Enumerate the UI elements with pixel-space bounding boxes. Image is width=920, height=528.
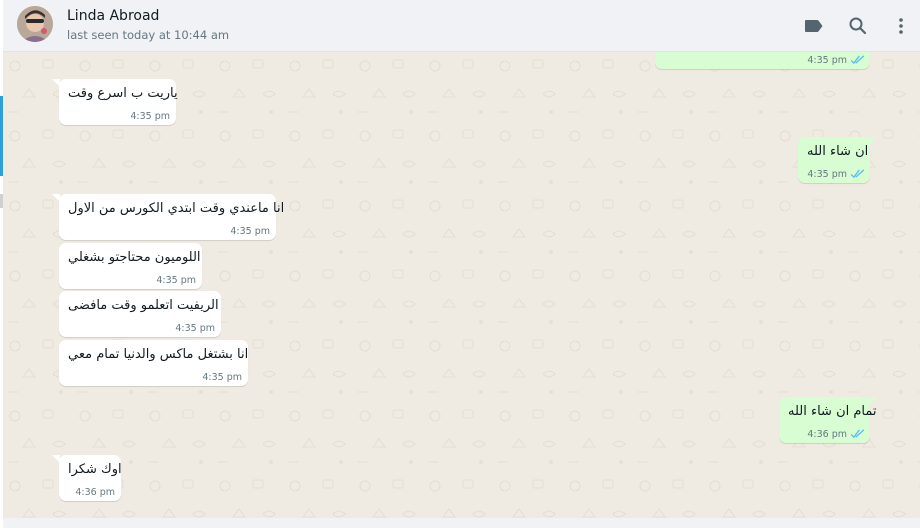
message-time: 4:35 pm	[156, 275, 196, 286]
last-seen-status: last seen today at 10:44 am	[67, 28, 230, 42]
message-text: اوك شكرا	[68, 462, 122, 477]
message-bubble-incoming[interactable]: ياريت ب اسرع وقت 4:35 pm	[52, 79, 178, 125]
message-text: ان شاء الله	[807, 144, 869, 159]
message-text: ياريت ب اسرع وقت	[68, 86, 178, 101]
message-text: الريفيت اتعلمو وقت مافضى	[68, 298, 219, 313]
contact-name[interactable]: Linda Abroad	[67, 8, 159, 24]
message-bubble-incoming[interactable]: انا ماعندي وقت ابتدي الكورس من الاول 4:3…	[52, 194, 284, 240]
read-ticks-icon	[850, 169, 865, 179]
read-ticks-icon	[850, 55, 865, 65]
message-bubble-outgoing[interactable]: ان شاء الله 4:35 pm	[798, 137, 877, 183]
message-bubble-outgoing[interactable]: 4:35 pm	[655, 52, 870, 69]
message-time: 4:36 pm	[807, 429, 847, 440]
read-ticks-icon	[850, 429, 865, 439]
label-icon[interactable]	[802, 14, 826, 38]
message-time: 4:35 pm	[807, 55, 847, 66]
message-time: 4:35 pm	[807, 169, 847, 180]
message-time: 4:35 pm	[175, 323, 215, 334]
message-time: 4:35 pm	[130, 111, 170, 122]
bubble-tail	[52, 79, 60, 87]
menu-icon[interactable]	[889, 14, 913, 38]
message-bubble-outgoing[interactable]: تمام ان شاء الله 4:36 pm	[779, 397, 877, 443]
message-bubble-incoming[interactable]: اللوميون محتاجتو بشغلي 4:35 pm	[59, 243, 202, 289]
message-time: 4:35 pm	[230, 226, 270, 237]
chat-header[interactable]: Linda Abroad last seen today at 10:44 am	[3, 0, 920, 52]
message-text: اللوميون محتاجتو بشغلي	[68, 250, 201, 265]
message-bubble-incoming[interactable]: انا بشتغل ماكس والدنيا تمام معي 4:35 pm	[59, 340, 248, 386]
message-list[interactable]: 4:35 pm ياريت ب اسرع وقت 4:35 pm ان شاء …	[3, 52, 920, 518]
message-text: تمام ان شاء الله	[788, 404, 877, 419]
message-text: انا بشتغل ماكس والدنيا تمام معي	[68, 347, 249, 362]
message-time: 4:36 pm	[75, 487, 115, 498]
bubble-tail	[52, 455, 60, 463]
message-bubble-incoming[interactable]: اوك شكرا 4:36 pm	[52, 455, 122, 501]
message-time: 4:35 pm	[202, 372, 242, 383]
message-text: انا ماعندي وقت ابتدي الكورس من الاول	[68, 201, 285, 216]
composer-bar-edge	[3, 518, 920, 528]
bubble-tail	[52, 194, 60, 202]
message-bubble-incoming[interactable]: الريفيت اتعلمو وقت مافضى 4:35 pm	[59, 291, 221, 337]
avatar-image	[17, 6, 53, 42]
bubble-tail	[869, 137, 877, 145]
search-icon[interactable]	[846, 14, 870, 38]
avatar[interactable]	[17, 6, 53, 42]
